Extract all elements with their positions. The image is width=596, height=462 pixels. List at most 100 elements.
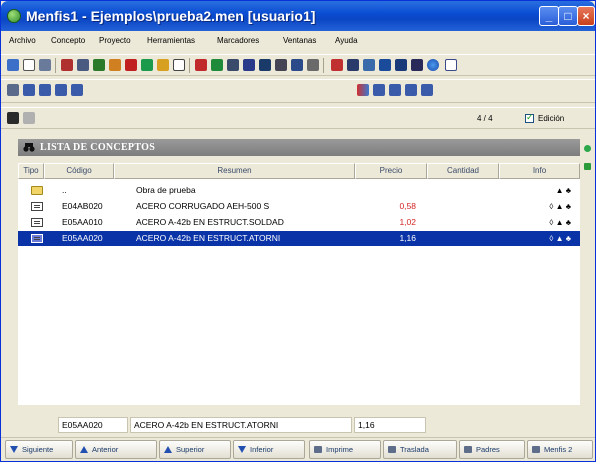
- cut-icon[interactable]: [61, 59, 73, 71]
- main-window: Menfis1 - Ejemplos\prueba2.men [usuario1…: [0, 0, 596, 462]
- measure-icon[interactable]: [331, 59, 343, 71]
- column-header-precio[interactable]: Precio: [355, 163, 427, 179]
- menu-proyecto[interactable]: Proyecto: [99, 36, 131, 45]
- padres-button[interactable]: Padres: [459, 440, 525, 459]
- siguiente-label: Siguiente: [22, 445, 54, 454]
- copy-icon[interactable]: [39, 59, 51, 71]
- tree-icon[interactable]: [7, 84, 19, 96]
- window-icon[interactable]: [445, 59, 457, 71]
- document-icon: [31, 202, 43, 211]
- row-info: ◊ ▲ ♣: [549, 218, 571, 227]
- row-code: ..: [62, 185, 67, 195]
- move-icon: [388, 446, 396, 453]
- column-header-tipo[interactable]: Tipo: [18, 163, 44, 179]
- row-info: ▲ ♣: [555, 186, 571, 195]
- row-price: 0,58: [399, 201, 416, 211]
- table-icon[interactable]: [243, 59, 255, 71]
- navigation-bar: 4 / 4 Edición: [1, 107, 595, 129]
- superior-button[interactable]: Superior: [159, 440, 231, 459]
- table-row-selected[interactable]: E05AA020 ACERO A-42b EN ESTRUCT.ATORNI 1…: [18, 231, 580, 246]
- globe-icon[interactable]: [427, 59, 439, 71]
- traslada-button[interactable]: Traslada: [383, 440, 457, 459]
- menu-marcadores[interactable]: Marcadores: [217, 36, 259, 45]
- collapse-icon[interactable]: [39, 84, 51, 96]
- zoom-icon[interactable]: [157, 59, 169, 71]
- padres-label: Padres: [476, 445, 500, 454]
- menu-ayuda[interactable]: Ayuda: [335, 36, 358, 45]
- table-row[interactable]: E04AB020 ACERO CORRUGADO AEH-500 S 0,58 …: [18, 199, 580, 214]
- arrow-down-icon: [238, 446, 246, 453]
- status-code: E05AA020: [58, 417, 128, 433]
- format-icon[interactable]: [93, 59, 105, 71]
- tool-icon[interactable]: [307, 59, 319, 71]
- open-icon[interactable]: [7, 59, 19, 71]
- chart-icon[interactable]: [363, 59, 375, 71]
- menu-concepto[interactable]: Concepto: [51, 36, 85, 45]
- menu-archivo[interactable]: Archivo: [9, 36, 36, 45]
- traslada-label: Traslada: [400, 445, 429, 454]
- calculator-icon[interactable]: [411, 59, 423, 71]
- grid-icon[interactable]: [347, 59, 359, 71]
- level-down-icon[interactable]: [55, 84, 67, 96]
- status-price: 1,16: [354, 417, 426, 433]
- paste-icon[interactable]: [77, 59, 89, 71]
- column-header-codigo[interactable]: Código: [44, 163, 114, 179]
- delete-icon[interactable]: [195, 59, 207, 71]
- row-price: 1,16: [399, 233, 416, 243]
- print-icon[interactable]: [227, 59, 239, 71]
- table-row[interactable]: .. Obra de prueba ▲ ♣: [18, 183, 580, 198]
- menu-ventanas[interactable]: Ventanas: [283, 36, 316, 45]
- maximize-button[interactable]: □: [558, 6, 578, 26]
- check-icon[interactable]: [109, 59, 121, 71]
- inferior-button[interactable]: Inferior: [233, 440, 305, 459]
- write-icon[interactable]: [259, 59, 271, 71]
- panel-title: LISTA DE CONCEPTOS: [40, 142, 156, 153]
- column-header-resumen[interactable]: Resumen: [114, 163, 355, 179]
- edit-checkbox[interactable]: [525, 112, 534, 123]
- folder-icon: [31, 186, 43, 195]
- concepts-table[interactable]: .. Obra de prueba ▲ ♣ E04AB020 ACERO COR…: [18, 179, 580, 405]
- title-bar[interactable]: Menfis1 - Ejemplos\prueba2.men [usuario1…: [1, 1, 595, 31]
- colors-icon[interactable]: [357, 84, 369, 96]
- report-icon[interactable]: [291, 59, 303, 71]
- binoculars-icon[interactable]: [7, 112, 19, 124]
- anterior-button[interactable]: Anterior: [75, 440, 157, 459]
- menfis2-label: Menfis 2: [544, 445, 573, 454]
- main-toolbar: [1, 54, 595, 76]
- menu-bar: Archivo Concepto Proyecto Herramientas M…: [1, 31, 595, 53]
- nav-next-icon[interactable]: [405, 84, 417, 96]
- status-summary: ACERO A-42b EN ESTRUCT.ATORNI: [130, 417, 352, 433]
- column-header-info[interactable]: Info: [499, 163, 580, 179]
- window-icon: [532, 446, 540, 453]
- filter-icon[interactable]: [23, 112, 35, 124]
- menfis2-button[interactable]: Menfis 2: [527, 440, 593, 459]
- status-dot-icon[interactable]: [584, 145, 591, 152]
- siguiente-button[interactable]: Siguiente: [5, 440, 73, 459]
- close-button[interactable]: ×: [577, 6, 595, 26]
- currency-icon[interactable]: [211, 59, 223, 71]
- page-icon[interactable]: [173, 59, 185, 71]
- side-tool-icon[interactable]: [584, 163, 591, 170]
- monitor-icon[interactable]: [379, 59, 391, 71]
- column-header-cantidad[interactable]: Cantidad: [427, 163, 499, 179]
- disk-icon[interactable]: [395, 59, 407, 71]
- expand-icon[interactable]: [23, 84, 35, 96]
- document-icon: [31, 234, 43, 243]
- color-icon[interactable]: [125, 59, 137, 71]
- window-title: Menfis1 - Ejemplos\prueba2.men [usuario1…: [26, 8, 316, 24]
- new-icon[interactable]: [23, 59, 35, 71]
- app-icon[interactable]: [7, 9, 21, 23]
- menu-herramientas[interactable]: Herramientas: [147, 36, 195, 45]
- nav-first-icon[interactable]: [373, 84, 385, 96]
- minimize-button[interactable]: _: [539, 6, 559, 26]
- row-summary: Obra de prueba: [136, 185, 196, 195]
- nav-last-icon[interactable]: [421, 84, 433, 96]
- record-position: 4 / 4: [477, 114, 493, 123]
- level-up-icon[interactable]: [71, 84, 83, 96]
- shape-icon[interactable]: [141, 59, 153, 71]
- imprime-button[interactable]: Imprime: [309, 440, 381, 459]
- table-row[interactable]: E05AA010 ACERO A-42b EN ESTRUCT.SOLDAD 1…: [18, 215, 580, 230]
- calc-icon[interactable]: [275, 59, 287, 71]
- tree-icon: [464, 446, 472, 453]
- nav-prev-icon[interactable]: [389, 84, 401, 96]
